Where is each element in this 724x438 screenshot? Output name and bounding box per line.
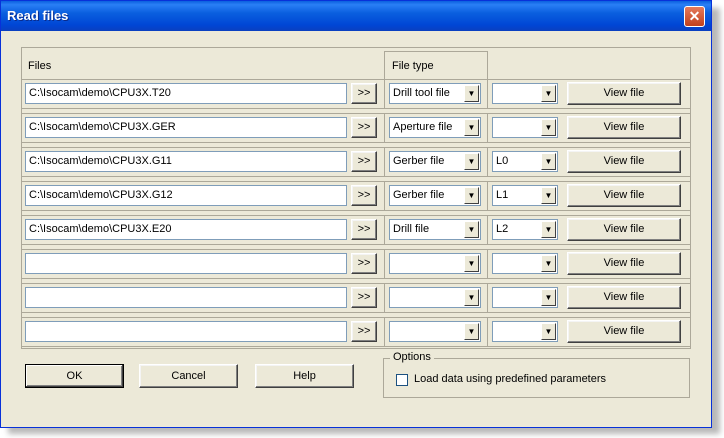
chevron-down-icon[interactable]: ▼ [541, 255, 556, 272]
file-type-select[interactable]: Aperture file ▼ [389, 117, 481, 138]
chevron-down-icon[interactable]: ▼ [541, 119, 556, 136]
file-path-field[interactable]: C:\Isocam\demo\CPU3X.G12 [25, 185, 347, 206]
layer-select[interactable]: L0 ▼ [492, 151, 558, 172]
view-file-button[interactable]: View file [567, 82, 681, 105]
ok-button[interactable]: OK [25, 364, 124, 388]
layer-select[interactable]: ▼ [492, 287, 558, 308]
browse-button[interactable]: >> [351, 185, 377, 206]
browse-button[interactable]: >> [351, 321, 377, 342]
title-bar[interactable]: Read files ✕ [1, 1, 711, 31]
chevron-down-icon[interactable]: ▼ [541, 221, 556, 238]
load-predefined-label[interactable]: Load data using predefined parameters [414, 373, 606, 385]
file-type-value: Drill tool file [393, 87, 450, 99]
file-type-value: Gerber file [393, 155, 445, 167]
file-type-value: Drill file [393, 223, 430, 235]
file-path-field[interactable] [25, 287, 347, 308]
layer-select[interactable]: ▼ [492, 83, 558, 104]
file-path-field[interactable]: C:\Isocam\demo\CPU3X.G11 [25, 151, 347, 172]
chevron-down-icon[interactable]: ▼ [464, 85, 479, 102]
file-type-select[interactable]: Drill file ▼ [389, 219, 481, 240]
layer-select[interactable]: ▼ [492, 321, 558, 342]
file-type-select[interactable]: ▼ [389, 287, 481, 308]
browse-button[interactable]: >> [351, 83, 377, 104]
cancel-button[interactable]: Cancel [139, 364, 238, 388]
file-type-select[interactable]: Gerber file ▼ [389, 185, 481, 206]
chevron-down-icon[interactable]: ▼ [541, 289, 556, 306]
chevron-down-icon[interactable]: ▼ [464, 153, 479, 170]
layer-value: L1 [496, 189, 509, 201]
help-button[interactable]: Help [255, 364, 354, 388]
browse-button[interactable]: >> [351, 151, 377, 172]
chevron-down-icon[interactable]: ▼ [464, 119, 479, 136]
chevron-down-icon[interactable]: ▼ [464, 255, 479, 272]
chevron-down-icon[interactable]: ▼ [464, 289, 479, 306]
view-file-button[interactable]: View file [567, 218, 681, 241]
browse-button[interactable]: >> [351, 287, 377, 308]
read-files-dialog: Read files ✕ Files File type C:\Isocam\d… [0, 0, 712, 428]
chevron-down-icon[interactable]: ▼ [541, 323, 556, 340]
file-path-field[interactable] [25, 321, 347, 342]
files-column-header: Files [28, 60, 52, 72]
view-file-button[interactable]: View file [567, 286, 681, 309]
layer-select[interactable]: ▼ [492, 117, 558, 138]
layer-select[interactable]: ▼ [492, 253, 558, 274]
chevron-down-icon[interactable]: ▼ [464, 187, 479, 204]
file-type-value: Aperture file [393, 121, 453, 133]
view-file-button[interactable]: View file [567, 184, 681, 207]
file-type-select[interactable]: ▼ [389, 253, 481, 274]
chevron-down-icon[interactable]: ▼ [541, 85, 556, 102]
layer-select[interactable]: L2 ▼ [492, 219, 558, 240]
file-type-select[interactable]: Drill tool file ▼ [389, 83, 481, 104]
view-file-button[interactable]: View file [567, 116, 681, 139]
chevron-down-icon[interactable]: ▼ [464, 323, 479, 340]
browse-button[interactable]: >> [351, 253, 377, 274]
chevron-down-icon[interactable]: ▼ [464, 221, 479, 238]
view-file-button[interactable]: View file [567, 252, 681, 275]
file-type-value: Gerber file [393, 189, 445, 201]
chevron-down-icon[interactable]: ▼ [541, 187, 556, 204]
layer-select[interactable]: L1 ▼ [492, 185, 558, 206]
options-group-title: Options [390, 351, 434, 363]
layer-value: L0 [496, 155, 509, 167]
file-type-column-header: File type [392, 60, 434, 72]
window-title: Read files [7, 8, 69, 23]
file-type-select[interactable]: ▼ [389, 321, 481, 342]
browse-button[interactable]: >> [351, 219, 377, 240]
layer-value: L2 [496, 223, 509, 235]
close-button[interactable]: ✕ [684, 6, 705, 27]
file-path-field[interactable]: C:\Isocam\demo\CPU3X.T20 [25, 83, 347, 104]
file-path-field[interactable]: C:\Isocam\demo\CPU3X.E20 [25, 219, 347, 240]
close-icon: ✕ [688, 8, 701, 24]
chevron-down-icon[interactable]: ▼ [541, 153, 556, 170]
view-file-button[interactable]: View file [567, 320, 681, 343]
file-path-field[interactable] [25, 253, 347, 274]
browse-button[interactable]: >> [351, 117, 377, 138]
load-predefined-checkbox[interactable] [396, 374, 408, 386]
file-type-select[interactable]: Gerber file ▼ [389, 151, 481, 172]
dialog-body: Files File type C:\Isocam\demo\CPU3X.T20… [4, 31, 708, 425]
view-file-button[interactable]: View file [567, 150, 681, 173]
file-path-field[interactable]: C:\Isocam\demo\CPU3X.GER [25, 117, 347, 138]
